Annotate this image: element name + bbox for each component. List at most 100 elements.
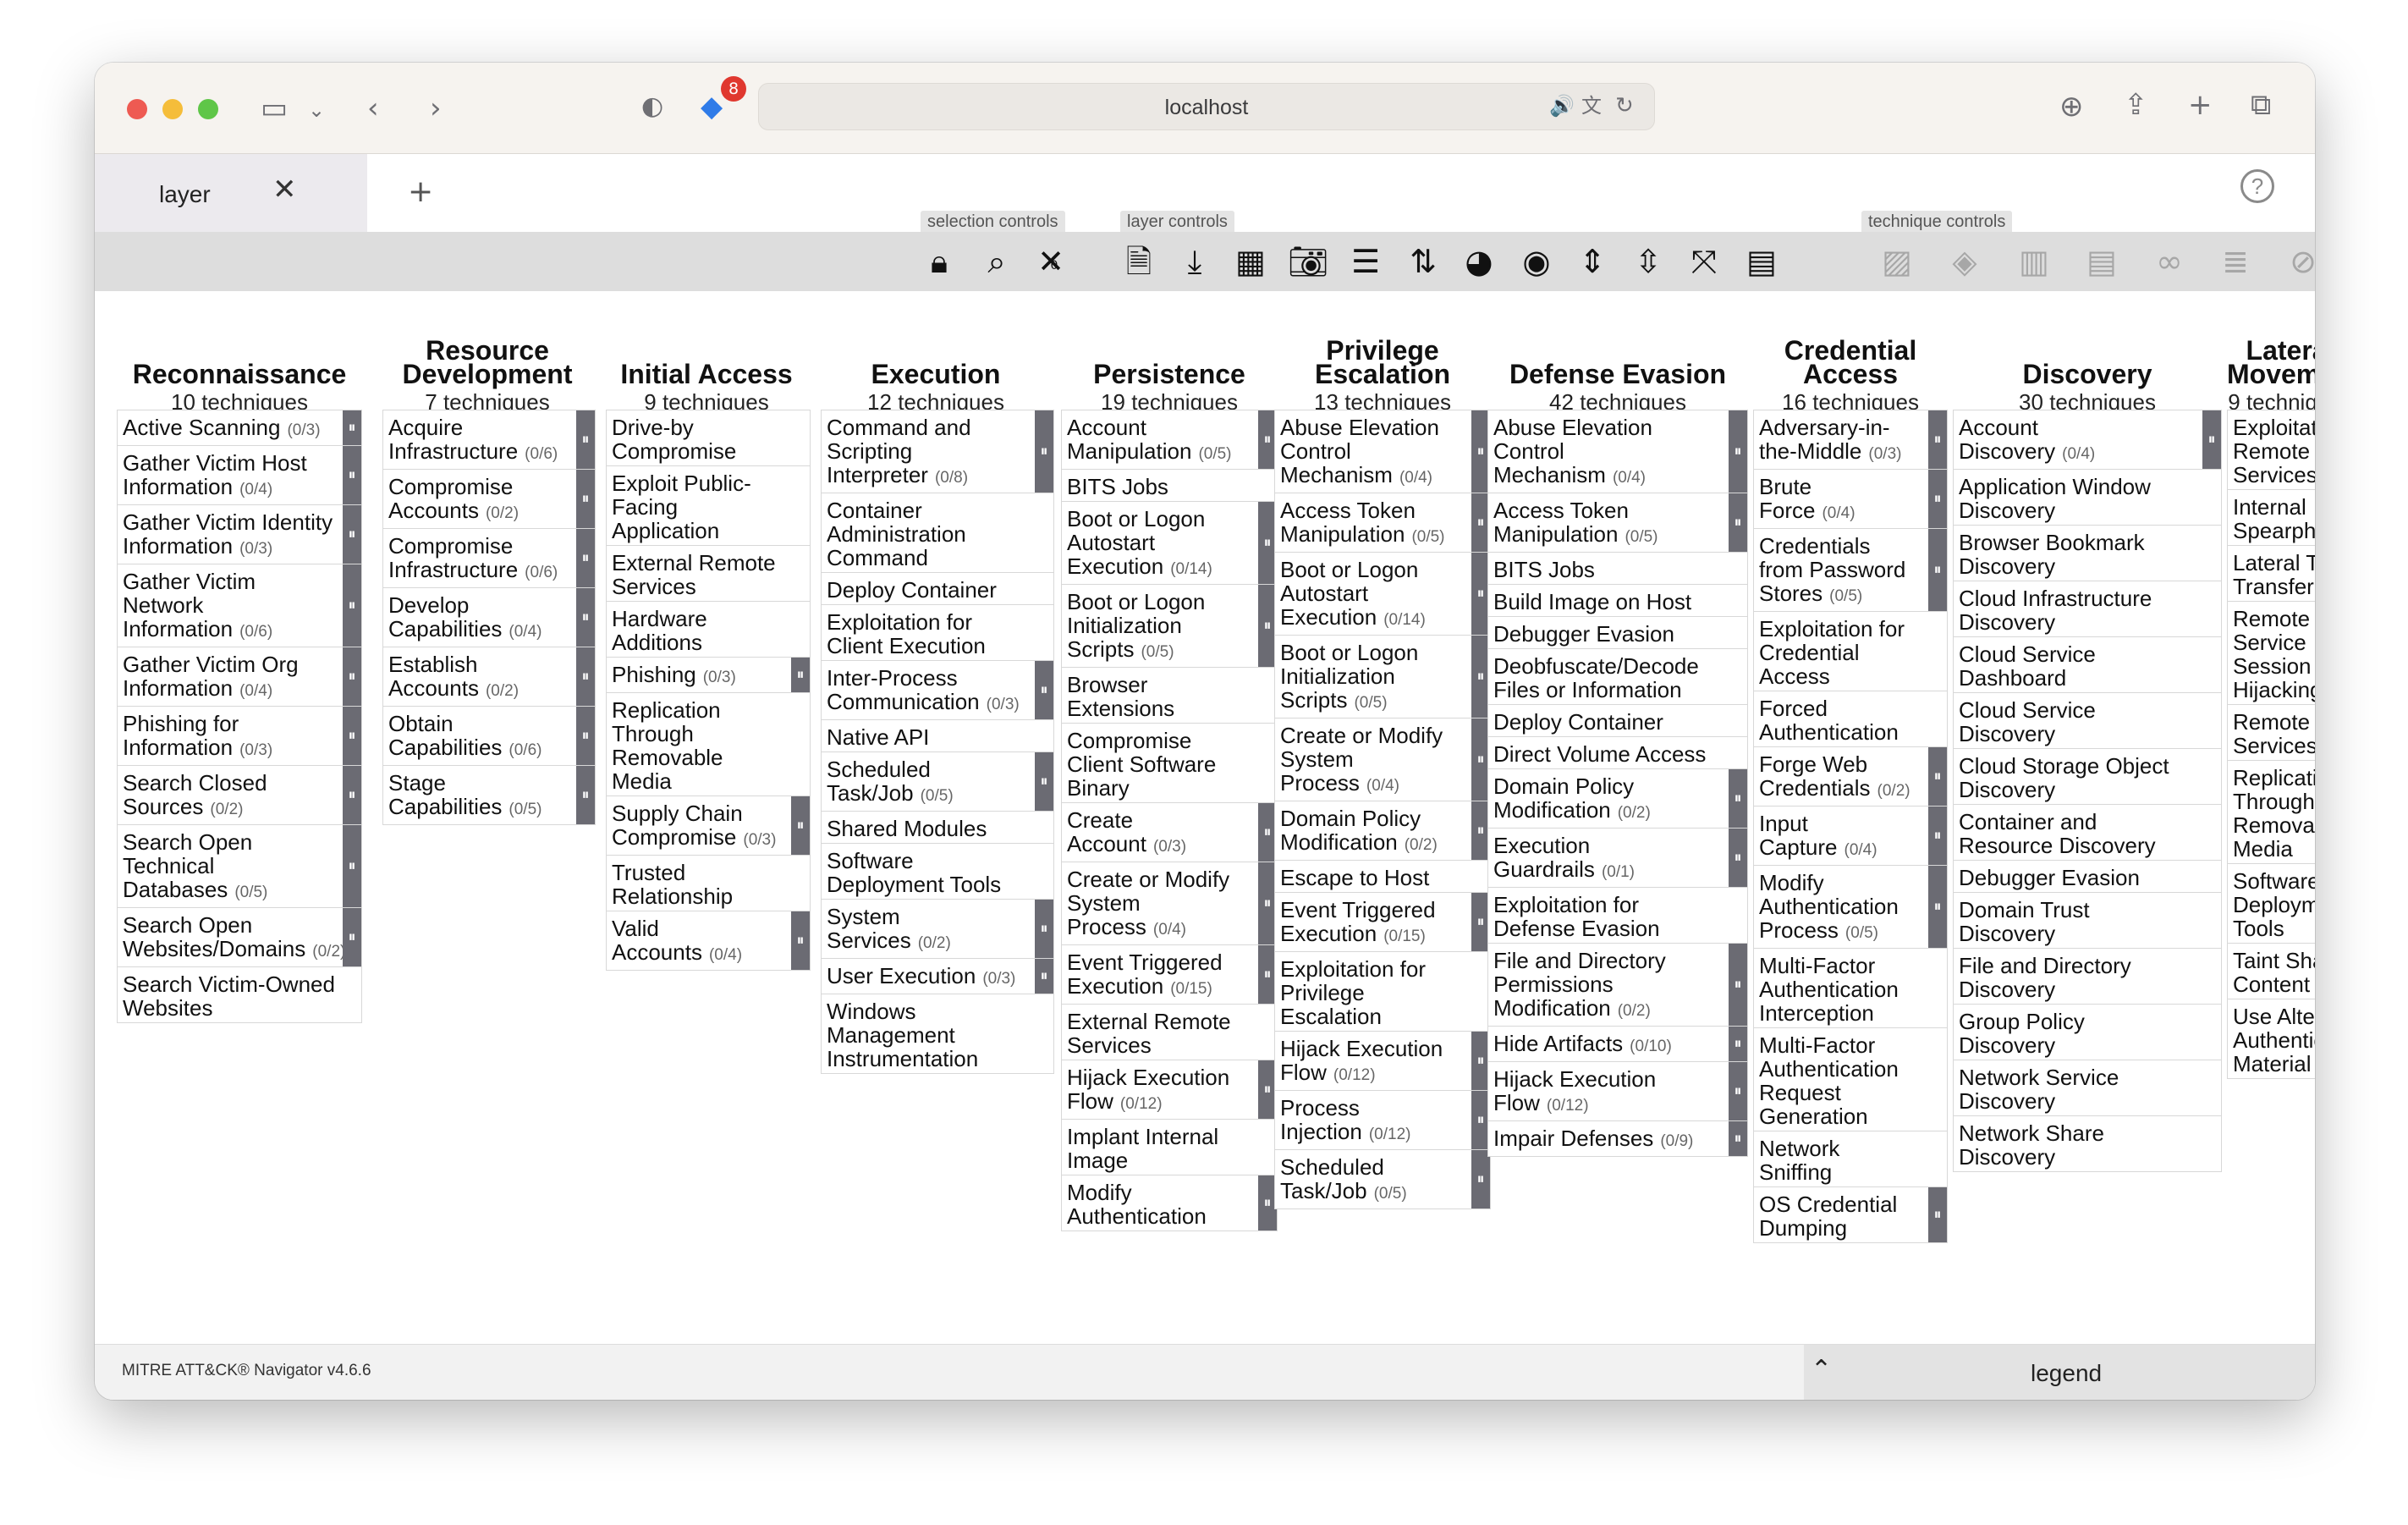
technique-cell[interactable]: InternalSpearphishing: [2227, 489, 2315, 545]
search-icon[interactable]: ⌕: [971, 240, 1022, 283]
technique-cell[interactable]: Credentials from Password Stores (0/5) ⏸: [1753, 528, 1948, 611]
technique-cell[interactable]: Establish Accounts (0/2) ⏸: [382, 647, 596, 706]
expand-subtechniques-handle[interactable]: ⏸: [1729, 829, 1747, 887]
expand-subtechniques-handle[interactable]: ⏸: [576, 529, 595, 587]
expand-subtechniques-handle[interactable]: ⏸: [343, 505, 361, 564]
technique-cell[interactable]: Lateral ToolTransfer: [2227, 545, 2315, 601]
technique-cell[interactable]: Boot or Logon Autostart Execution (0/14) ⏸: [1061, 501, 1278, 584]
technique-cell[interactable]: Exploitation for Client Execution: [821, 604, 1054, 660]
technique-cell[interactable]: Search Closed Sources (0/2) ⏸: [117, 765, 362, 824]
tactic-header[interactable]: Execution 12 techniques: [821, 361, 1051, 415]
technique-cell[interactable]: Shared Modules: [821, 811, 1054, 843]
score-icon[interactable]: ▥: [2009, 240, 2059, 283]
filter-icon[interactable]: ☰: [1340, 240, 1391, 283]
technique-cell[interactable]: Valid Accounts (0/4) ⏸: [606, 911, 811, 971]
technique-cell[interactable]: External Remote Services: [1061, 1004, 1278, 1060]
tactic-header[interactable]: Resource Development 7 techniques: [382, 337, 592, 415]
expand-subtechniques-handle[interactable]: ⏸: [1928, 866, 1947, 948]
speaker-icon[interactable]: 🔊: [1549, 89, 1575, 123]
technique-cell[interactable]: Software Deployment Tools: [821, 843, 1054, 899]
technique-cell[interactable]: Deobfuscate/Decode Files or Information: [1487, 648, 1748, 704]
comment-icon[interactable]: ▤: [2076, 240, 2127, 283]
technique-cell[interactable]: Windows Management Instrumentation: [821, 994, 1054, 1074]
technique-cell[interactable]: Cloud Storage Object Discovery: [1953, 748, 2222, 804]
technique-cell[interactable]: Boot or Logon Initialization Scripts (0/5) ⏸: [1061, 584, 1278, 667]
technique-cell[interactable]: File and Directory Discovery: [1953, 948, 2222, 1004]
technique-cell[interactable]: Cloud Infrastructure Discovery: [1953, 581, 2222, 636]
link-icon[interactable]: ∞: [2144, 240, 2195, 283]
forward-icon[interactable]: ›: [430, 91, 442, 125]
technique-cell[interactable]: Gather Victim Network Information (0/6) ⏸: [117, 564, 362, 647]
technique-cell[interactable]: Forced Authentication: [1753, 691, 1948, 746]
technique-cell[interactable]: Domain Policy Modification (0/2) ⏸: [1274, 801, 1491, 860]
technique-cell[interactable]: Abuse Elevation Control Mechanism (0/4) ⏸: [1274, 410, 1491, 493]
technique-cell[interactable]: Debugger Evasion: [1953, 860, 2222, 892]
technique-cell[interactable]: Develop Capabilities (0/4) ⏸: [382, 587, 596, 647]
chevron-down-icon[interactable]: ⌄: [308, 93, 325, 127]
share-icon[interactable]: ⇪: [2124, 88, 2148, 122]
expand-subtechniques-handle[interactable]: ⏸: [343, 647, 361, 706]
expand-subtechniques-handle[interactable]: ⏸: [343, 446, 361, 504]
technique-cell[interactable]: Build Image on Host: [1487, 584, 1748, 616]
expand-subtechniques-handle[interactable]: ⏸: [1729, 944, 1747, 1026]
technique-cell[interactable]: External Remote Services: [606, 545, 811, 601]
technique-cell[interactable]: Phishing (0/3) ⏸: [606, 657, 811, 692]
technique-cell[interactable]: Network Sniffing: [1753, 1131, 1948, 1186]
sidebar-icon[interactable]: ▭: [261, 91, 288, 125]
technique-cell[interactable]: Search Open Websites/Domains (0/2) ⏸: [117, 907, 362, 966]
download-icon[interactable]: ⊕: [2059, 90, 2084, 124]
technique-cell[interactable]: Search Open Technical Databases (0/5) ⏸: [117, 824, 362, 907]
expand-subtechniques-handle[interactable]: ⏸: [576, 470, 595, 528]
tactic-header[interactable]: Discovery 30 techniques: [1953, 361, 2222, 415]
layout-icon[interactable]: ▤: [1736, 240, 1787, 283]
expand-subtechniques-handle[interactable]: ⏸: [1729, 769, 1747, 828]
technique-cell[interactable]: Supply Chain Compromise (0/3) ⏸: [606, 796, 811, 855]
expand-subtechniques-handle[interactable]: ⏸: [1729, 1121, 1747, 1156]
technique-cell[interactable]: Boot or Logon Initialization Scripts (0/5) ⏸: [1274, 635, 1491, 718]
tactic-header[interactable]: LateralMovement9 techniques: [2227, 337, 2315, 415]
shield-icon[interactable]: ◐: [641, 90, 663, 124]
technique-cell[interactable]: Execution Guardrails (0/1) ⏸: [1487, 828, 1748, 887]
expand-subtechniques-handle[interactable]: ⏸: [1729, 493, 1747, 552]
chevron-up-icon[interactable]: ⌃: [1811, 1355, 1832, 1385]
tactic-header[interactable]: Initial Access 9 techniques: [606, 361, 807, 415]
expand-subtechniques-handle[interactable]: ⏸: [1729, 410, 1747, 493]
disable-icon[interactable]: ▨: [1872, 240, 1922, 283]
technique-cell[interactable]: Boot or Logon Autostart Execution (0/14) ⏸: [1274, 552, 1491, 635]
technique-cell[interactable]: Container and Resource Discovery: [1953, 804, 2222, 860]
technique-cell[interactable]: Domain Trust Discovery: [1953, 892, 2222, 948]
technique-cell[interactable]: BITS Jobs: [1487, 552, 1748, 584]
visibility-icon[interactable]: ◉: [1511, 240, 1562, 283]
expand-subtechniques-handle[interactable]: ⏸: [576, 707, 595, 765]
expand-subtechniques-handle[interactable]: ⏸: [343, 707, 361, 765]
technique-cell[interactable]: Native API: [821, 719, 1054, 751]
technique-cell[interactable]: Modify Authentication ⏸: [1061, 1175, 1278, 1231]
technique-cell[interactable]: Gather Victim Identity Information (0/3) ⏸: [117, 504, 362, 564]
camera-icon[interactable]: 📷︎: [1283, 240, 1333, 283]
expand-subtechniques-handle[interactable]: ⏸: [1035, 900, 1053, 958]
close-window-button[interactable]: [127, 99, 147, 119]
technique-cell[interactable]: Cloud Service Dashboard: [1953, 636, 2222, 692]
layer-tab[interactable]: layer ✕: [95, 154, 367, 235]
technique-cell[interactable]: User Execution (0/3) ⏸: [821, 958, 1054, 994]
technique-cell[interactable]: Exploitation for Credential Access: [1753, 611, 1948, 691]
expand-subtechniques-handle[interactable]: ⏸: [343, 410, 361, 445]
technique-cell[interactable]: Adversary-in-the-Middle (0/3) ⏸: [1753, 410, 1948, 469]
technique-cell[interactable]: Impair Defenses (0/9) ⏸: [1487, 1120, 1748, 1157]
technique-cell[interactable]: Inter-Process Communication (0/3) ⏸: [821, 660, 1054, 719]
technique-cell[interactable]: Exploitation ofRemoteServices: [2227, 410, 2315, 489]
technique-cell[interactable]: Stage Capabilities (0/5) ⏸: [382, 765, 596, 825]
technique-cell[interactable]: ReplicationThroughRemovableMedia: [2227, 760, 2315, 863]
expand-subtechniques-handle[interactable]: ⏸: [791, 658, 810, 692]
expand-icon[interactable]: ⇕: [1567, 240, 1618, 283]
tactic-header[interactable]: Credential Access 16 techniques: [1753, 337, 1948, 415]
technique-cell[interactable]: Multi-Factor Authentication Request Generat…: [1753, 1027, 1948, 1131]
tabs-overview-icon[interactable]: ⧉: [2251, 88, 2271, 122]
expand-subtechniques-handle[interactable]: ⏸: [343, 564, 361, 647]
technique-cell[interactable]: Remote Services: [2227, 704, 2315, 760]
export-icon[interactable]: 🗎︎: [1113, 240, 1164, 283]
reload-icon[interactable]: ↻: [1615, 89, 1634, 123]
technique-cell[interactable]: Compromise Accounts (0/2) ⏸: [382, 469, 596, 528]
tactic-header[interactable]: Defense Evasion 42 techniques: [1487, 361, 1748, 415]
technique-cell[interactable]: Implant Internal Image: [1061, 1119, 1278, 1175]
